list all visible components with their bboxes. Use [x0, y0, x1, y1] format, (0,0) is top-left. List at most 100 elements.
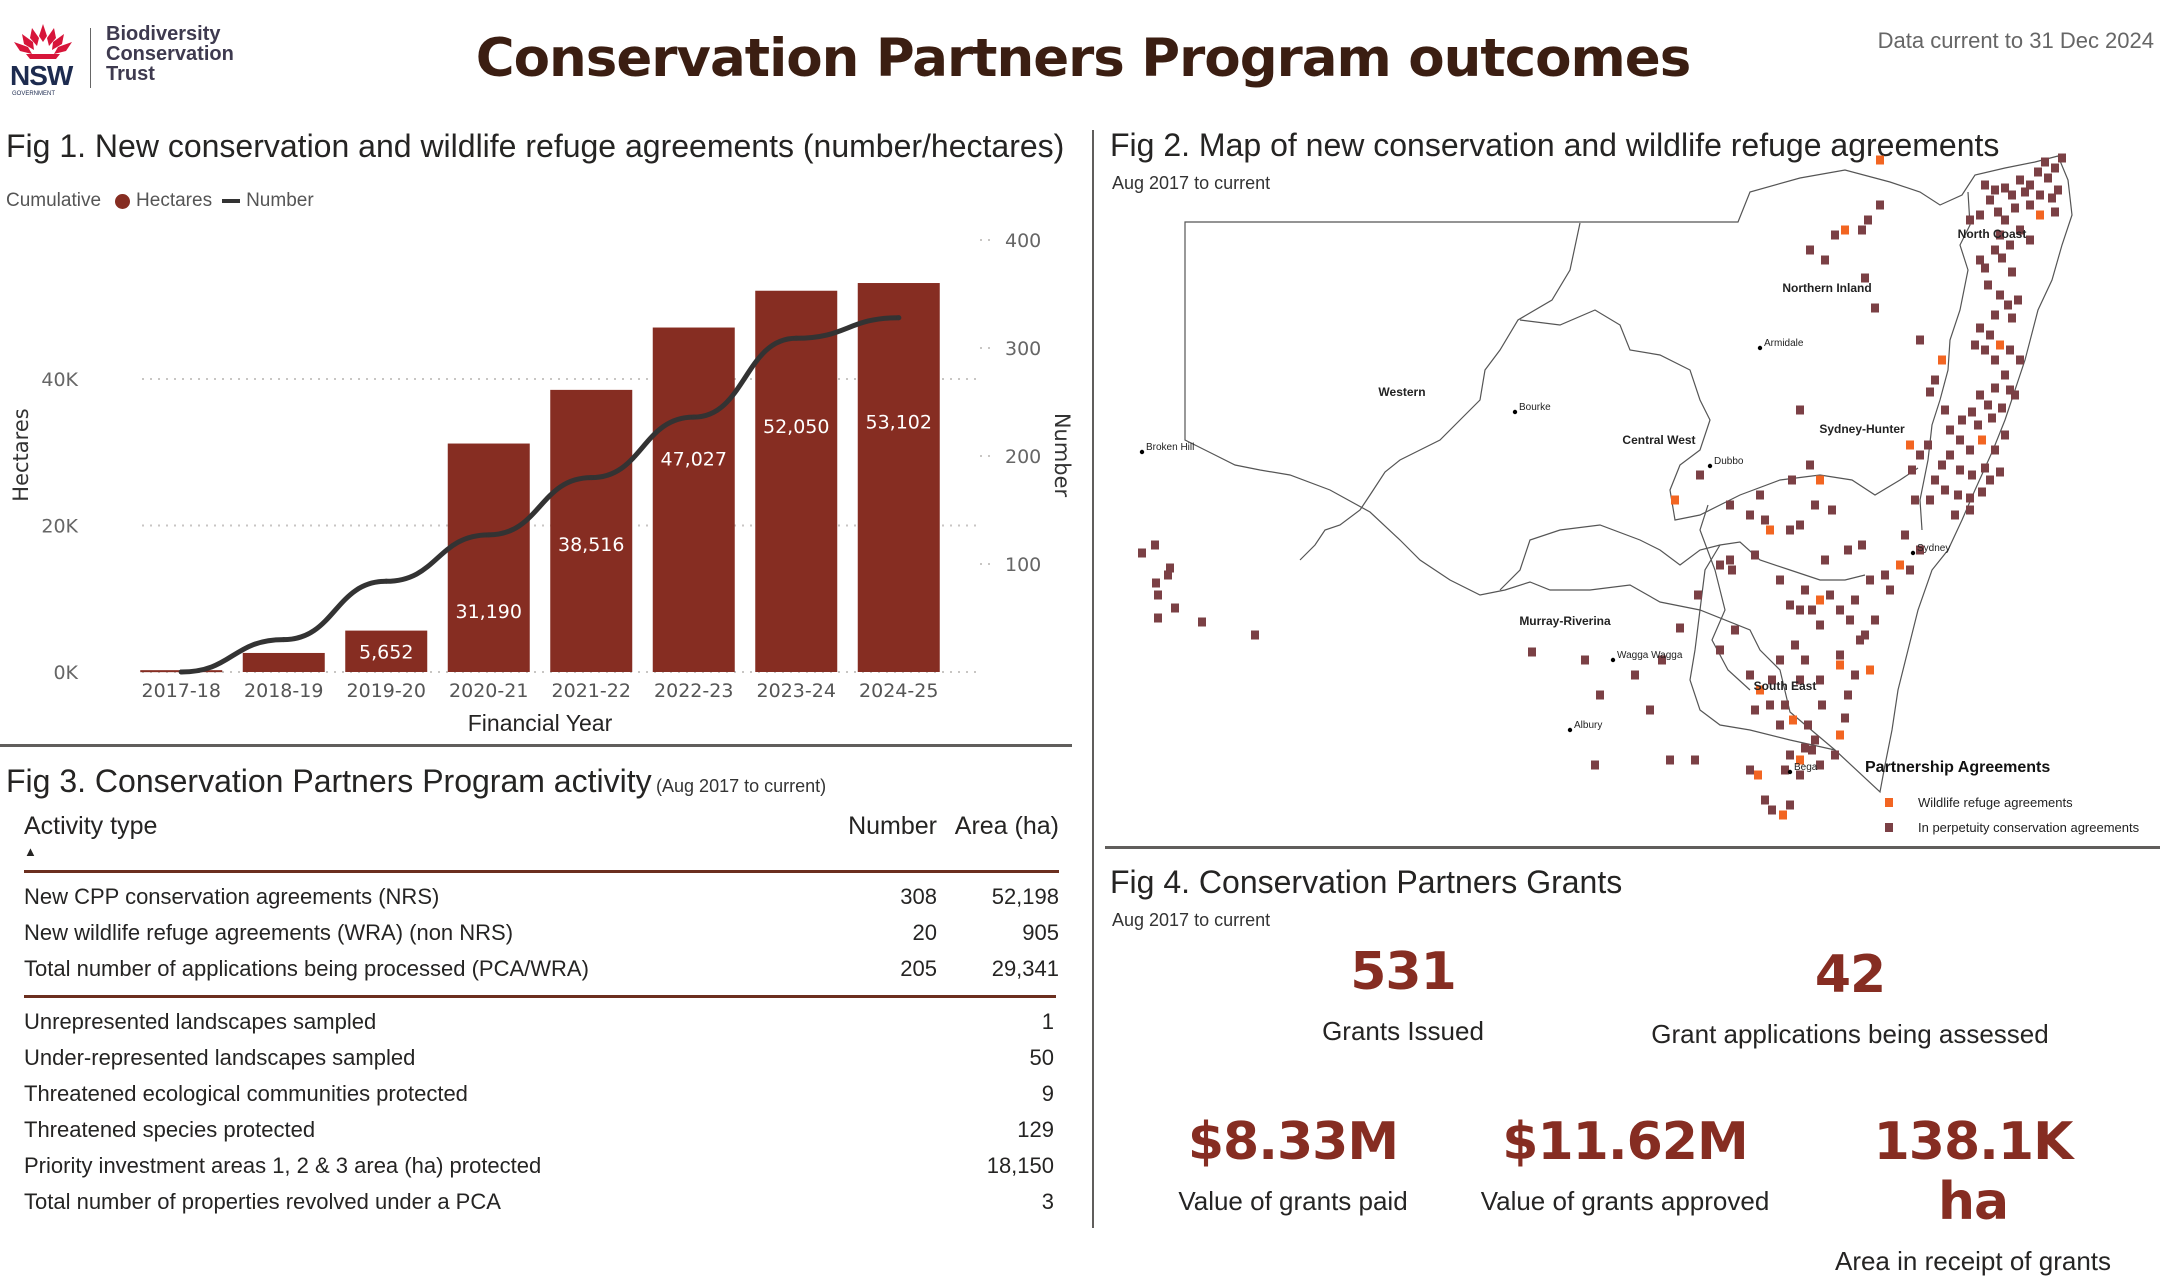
wildlife-refuge-marker[interactable]: [1836, 730, 1844, 740]
in-perpetuity-marker[interactable]: [1994, 207, 2002, 217]
in-perpetuity-marker[interactable]: [1716, 560, 1724, 570]
wildlife-refuge-marker[interactable]: [1789, 715, 1797, 725]
in-perpetuity-marker[interactable]: [1988, 413, 1996, 423]
wildlife-refuge-marker[interactable]: [1671, 495, 1679, 505]
in-perpetuity-marker[interactable]: [1746, 510, 1754, 520]
table-row[interactable]: Unrepresented landscapes sampled 1: [24, 1004, 1059, 1040]
in-perpetuity-marker[interactable]: [1871, 303, 1879, 313]
in-perpetuity-marker[interactable]: [1871, 615, 1879, 625]
in-perpetuity-marker[interactable]: [1756, 490, 1764, 500]
in-perpetuity-marker[interactable]: [1991, 310, 1999, 320]
in-perpetuity-marker[interactable]: [1966, 215, 1974, 225]
in-perpetuity-marker[interactable]: [1806, 460, 1814, 470]
wildlife-refuge-marker[interactable]: [1996, 340, 2004, 350]
bar-hectares-2024-25[interactable]: [857, 283, 940, 672]
in-perpetuity-marker[interactable]: [1941, 405, 1949, 415]
in-perpetuity-marker[interactable]: [1984, 280, 1992, 290]
table-row[interactable]: New wildlife refuge agreements (WRA) (no…: [24, 915, 1059, 951]
in-perpetuity-marker[interactable]: [1768, 805, 1776, 815]
in-perpetuity-marker[interactable]: [1998, 253, 2006, 263]
in-perpetuity-marker[interactable]: [1801, 655, 1809, 665]
in-perpetuity-marker[interactable]: [1836, 605, 1844, 615]
in-perpetuity-marker[interactable]: [1974, 420, 1982, 430]
in-perpetuity-marker[interactable]: [1978, 487, 1986, 497]
in-perpetuity-marker[interactable]: [1831, 750, 1839, 760]
in-perpetuity-marker[interactable]: [1826, 590, 1834, 600]
in-perpetuity-marker[interactable]: [1152, 578, 1160, 588]
in-perpetuity-marker[interactable]: [1991, 445, 1999, 455]
map-legend-wildlife-refuge[interactable]: Wildlife refuge agreements: [1918, 795, 2073, 810]
in-perpetuity-marker[interactable]: [1786, 525, 1794, 535]
wildlife-refuge-marker[interactable]: [1906, 440, 1914, 450]
in-perpetuity-marker[interactable]: [1846, 615, 1854, 625]
in-perpetuity-marker[interactable]: [2041, 157, 2049, 167]
in-perpetuity-marker[interactable]: [1151, 540, 1159, 550]
in-perpetuity-marker[interactable]: [1808, 745, 1816, 755]
in-perpetuity-marker[interactable]: [1776, 655, 1784, 665]
in-perpetuity-marker[interactable]: [1966, 505, 1974, 515]
wildlife-refuge-marker[interactable]: [1816, 595, 1824, 605]
in-perpetuity-marker[interactable]: [1844, 545, 1852, 555]
in-perpetuity-marker[interactable]: [1976, 210, 1984, 220]
in-perpetuity-marker[interactable]: [1938, 460, 1946, 470]
in-perpetuity-marker[interactable]: [1996, 467, 2004, 477]
in-perpetuity-marker[interactable]: [1766, 700, 1774, 710]
in-perpetuity-marker[interactable]: [1851, 595, 1859, 605]
in-perpetuity-marker[interactable]: [1821, 555, 1829, 565]
in-perpetuity-marker[interactable]: [2001, 370, 2009, 380]
in-perpetuity-marker[interactable]: [1916, 335, 1924, 345]
in-perpetuity-marker[interactable]: [1941, 485, 1949, 495]
in-perpetuity-marker[interactable]: [1781, 700, 1789, 710]
in-perpetuity-marker[interactable]: [1811, 735, 1819, 745]
in-perpetuity-marker[interactable]: [2001, 215, 2009, 225]
wildlife-refuge-marker[interactable]: [1841, 225, 1849, 235]
in-perpetuity-marker[interactable]: [2001, 183, 2009, 193]
in-perpetuity-marker[interactable]: [1251, 630, 1259, 640]
in-perpetuity-marker[interactable]: [1808, 605, 1816, 615]
in-perpetuity-marker[interactable]: [1776, 575, 1784, 585]
in-perpetuity-marker[interactable]: [1801, 585, 1809, 595]
line-point-2017-18[interactable]: [178, 669, 184, 675]
in-perpetuity-marker[interactable]: [1966, 493, 1974, 503]
in-perpetuity-marker[interactable]: [1858, 540, 1866, 550]
in-perpetuity-marker[interactable]: [2048, 193, 2056, 203]
in-perpetuity-marker[interactable]: [1761, 795, 1769, 805]
in-perpetuity-marker[interactable]: [1696, 470, 1704, 480]
wildlife-refuge-marker[interactable]: [1836, 660, 1844, 670]
in-perpetuity-marker[interactable]: [1951, 510, 1959, 520]
in-perpetuity-marker[interactable]: [1958, 415, 1966, 425]
table-row[interactable]: Total number of properties revolved unde…: [24, 1184, 1059, 1220]
column-header-number[interactable]: Number: [817, 812, 937, 841]
in-perpetuity-marker[interactable]: [2016, 175, 2024, 185]
in-perpetuity-marker[interactable]: [1154, 590, 1162, 600]
legend-number-label[interactable]: Number: [246, 190, 314, 212]
in-perpetuity-marker[interactable]: [1716, 645, 1724, 655]
in-perpetuity-marker[interactable]: [1968, 407, 1976, 417]
in-perpetuity-marker[interactable]: [1818, 700, 1826, 710]
in-perpetuity-marker[interactable]: [1968, 470, 1976, 480]
line-point-2024-25[interactable]: [896, 315, 902, 321]
in-perpetuity-marker[interactable]: [1864, 215, 1872, 225]
in-perpetuity-marker[interactable]: [1954, 490, 1962, 500]
in-perpetuity-marker[interactable]: [1751, 550, 1759, 560]
wildlife-refuge-marker[interactable]: [1896, 560, 1904, 570]
in-perpetuity-marker[interactable]: [1816, 620, 1824, 630]
in-perpetuity-marker[interactable]: [1746, 765, 1754, 775]
in-perpetuity-marker[interactable]: [2006, 240, 2014, 250]
in-perpetuity-marker[interactable]: [1881, 570, 1889, 580]
bar-hectares-2021-22[interactable]: [550, 389, 633, 672]
in-perpetuity-marker[interactable]: [1998, 403, 2006, 413]
in-perpetuity-marker[interactable]: [1916, 450, 1924, 460]
in-perpetuity-marker[interactable]: [1851, 670, 1859, 680]
in-perpetuity-marker[interactable]: [2036, 190, 2044, 200]
in-perpetuity-marker[interactable]: [1528, 647, 1536, 657]
in-perpetuity-marker[interactable]: [1866, 575, 1874, 585]
in-perpetuity-marker[interactable]: [1811, 500, 1819, 510]
in-perpetuity-marker[interactable]: [1154, 613, 1162, 623]
in-perpetuity-marker[interactable]: [1981, 345, 1989, 355]
in-perpetuity-marker[interactable]: [2006, 345, 2014, 355]
in-perpetuity-marker[interactable]: [1901, 530, 1909, 540]
in-perpetuity-marker[interactable]: [1164, 570, 1172, 580]
in-perpetuity-marker[interactable]: [1786, 800, 1794, 810]
in-perpetuity-marker[interactable]: [1844, 690, 1852, 700]
